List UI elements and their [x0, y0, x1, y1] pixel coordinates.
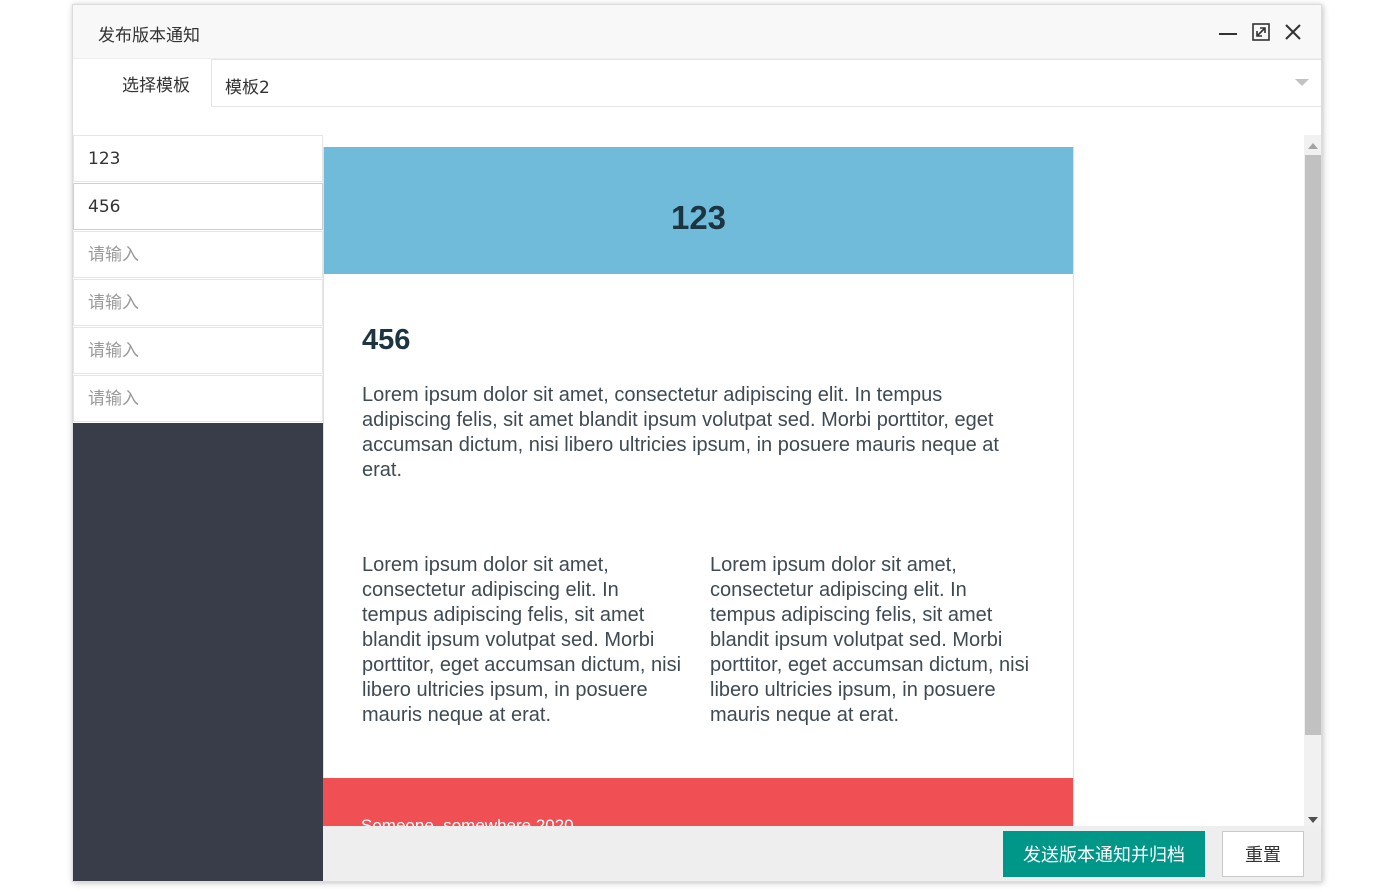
email-heading: 456: [362, 324, 411, 356]
field-sidebar: [73, 135, 323, 881]
template-select[interactable]: 模板2: [211, 59, 1321, 107]
close-icon[interactable]: [1282, 21, 1304, 43]
maximize-icon[interactable]: [1250, 21, 1272, 43]
email-body: 456 Lorem ipsum dolor sit amet, consecte…: [323, 274, 1073, 778]
email-intro: Lorem ipsum dolor sit amet, consectetur …: [362, 384, 999, 481]
dialog-footer: 发送版本通知并归档 重置: [323, 826, 1321, 881]
template-select-value: 模板2: [225, 78, 270, 98]
email-column-left: Lorem ipsum dolor sit amet, consectetur …: [362, 554, 682, 726]
email-footer: Someone, somewhere 2020: [323, 778, 1073, 827]
dialog-title: 发布版本通知: [98, 26, 200, 46]
template-label: 选择模板: [122, 76, 190, 96]
email-columns: Lorem ipsum dolor sit amet, consectetur …: [362, 553, 1035, 778]
content-field-1[interactable]: [73, 135, 323, 182]
email-header: 123: [323, 147, 1073, 274]
content-field-2[interactable]: [73, 183, 323, 230]
email-column-right: Lorem ipsum dolor sit amet, consectetur …: [710, 554, 1030, 726]
email-header-title: 123: [670, 199, 727, 236]
minimize-icon[interactable]: [1217, 21, 1239, 43]
send-and-archive-button[interactable]: 发送版本通知并归档: [1003, 831, 1205, 877]
template-row: 选择模板 模板2: [73, 59, 1321, 109]
content-field-4[interactable]: [73, 279, 323, 326]
content-field-3[interactable]: [73, 231, 323, 278]
email-template: 123 456 Lorem ipsum dolor sit amet, cons…: [323, 147, 1074, 827]
chevron-down-icon: [1295, 79, 1309, 86]
publish-version-dialog: 发布版本通知 选择模板 模板2 123 456 请输入 请输入 请输入 请输入 …: [72, 4, 1322, 882]
preview-scrollbar[interactable]: [1304, 135, 1321, 827]
content-field-5[interactable]: [73, 327, 323, 374]
reset-button[interactable]: 重置: [1222, 831, 1304, 877]
scroll-up-icon[interactable]: [1308, 143, 1318, 149]
scroll-thumb[interactable]: [1305, 155, 1321, 735]
scroll-down-icon[interactable]: [1308, 817, 1318, 823]
field-list: [73, 135, 323, 423]
dialog-titlebar: 发布版本通知: [73, 5, 1321, 59]
content-field-6[interactable]: [73, 375, 323, 422]
email-preview[interactable]: 123 456 Lorem ipsum dolor sit amet, cons…: [323, 135, 1304, 827]
